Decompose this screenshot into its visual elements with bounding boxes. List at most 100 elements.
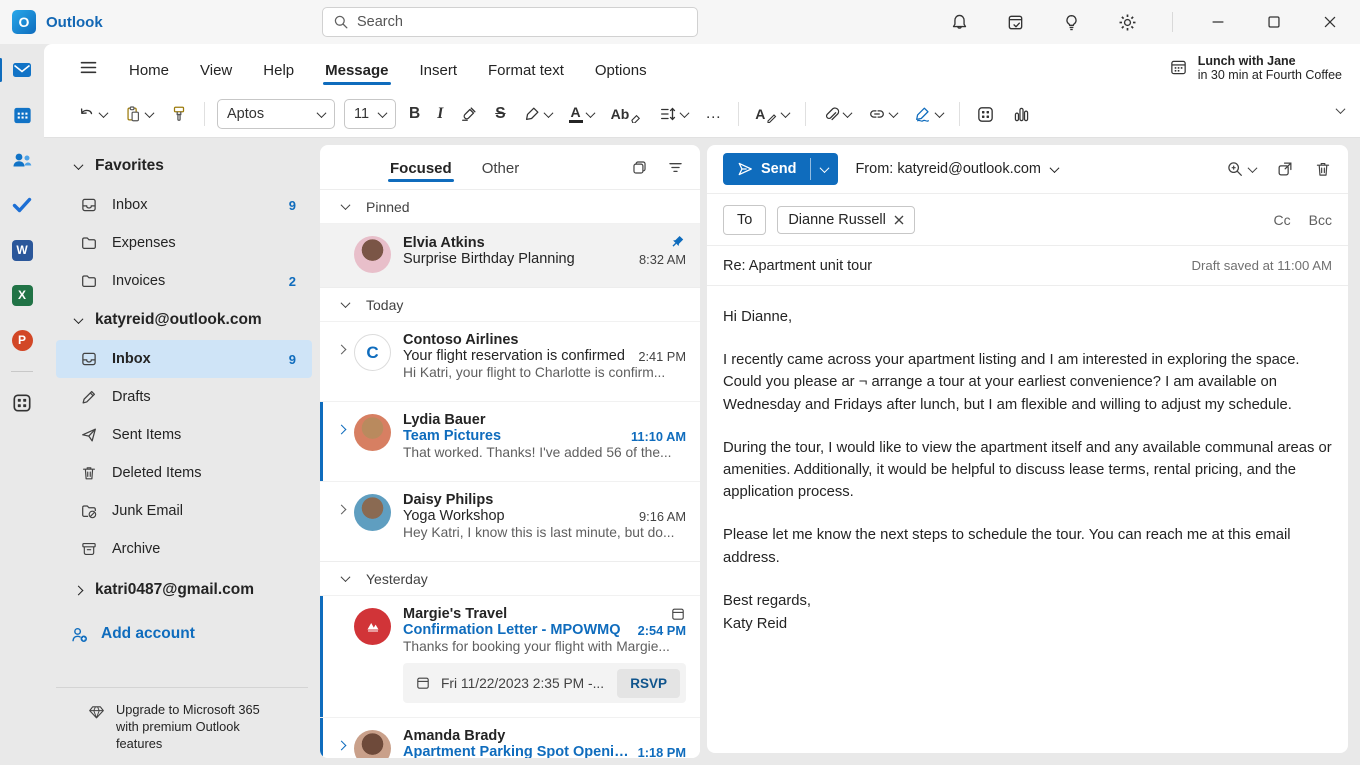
font-color-button[interactable]: A xyxy=(565,100,598,128)
search-bar[interactable] xyxy=(322,7,698,37)
signature-button[interactable] xyxy=(910,100,947,128)
tab-focused[interactable]: Focused xyxy=(388,148,454,186)
styles-button[interactable]: A xyxy=(751,101,793,128)
expand-chevron-icon[interactable] xyxy=(328,332,354,391)
select-messages-icon[interactable] xyxy=(631,159,648,176)
italic-button[interactable]: I xyxy=(433,100,447,128)
apps-button[interactable] xyxy=(972,100,999,129)
poll-button[interactable] xyxy=(1008,100,1035,129)
clear-formatting-brush-button[interactable] xyxy=(456,100,482,128)
discard-trash-icon[interactable] xyxy=(1314,160,1332,178)
message-row-lydia-bauer[interactable]: Lydia Bauer Team Pictures 11:10 AM That w… xyxy=(320,401,700,481)
add-account-icon xyxy=(70,625,89,644)
minimize-button[interactable] xyxy=(1204,8,1232,36)
favorites-invoices[interactable]: Invoices 2 xyxy=(56,262,312,300)
bcc-button[interactable]: Bcc xyxy=(1309,212,1332,228)
message-body-editor[interactable]: Hi Dianne, I recently came across your a… xyxy=(707,286,1348,676)
highlight-button[interactable] xyxy=(519,100,556,128)
maximize-button[interactable] xyxy=(1260,8,1288,36)
message-row-elvia-atkins[interactable]: Elvia Atkins Surprise Birthday Planning 8… xyxy=(320,223,700,287)
filter-icon[interactable] xyxy=(667,159,684,176)
rail-todo-icon[interactable] xyxy=(7,191,37,219)
unread-indicator xyxy=(320,596,323,717)
send-button[interactable]: Send xyxy=(723,153,810,185)
insert-link-button[interactable] xyxy=(864,100,901,128)
font-size-select[interactable]: 11 xyxy=(344,99,396,129)
undo-button[interactable] xyxy=(74,100,111,128)
collapse-ribbon-icon[interactable] xyxy=(1335,104,1346,115)
upgrade-promo[interactable]: Upgrade to Microsoft 365 with premium Ou… xyxy=(44,687,320,765)
account-drafts[interactable]: Drafts xyxy=(56,378,312,416)
tips-icon[interactable] xyxy=(1057,8,1085,36)
rail-calendar-icon[interactable] xyxy=(7,101,37,129)
open-in-new-window-icon[interactable] xyxy=(1276,160,1294,178)
format-painter-button[interactable] xyxy=(166,100,192,128)
rail-people-icon[interactable] xyxy=(7,146,37,174)
more-formatting-button[interactable]: … xyxy=(701,100,726,128)
tab-options[interactable]: Options xyxy=(593,49,649,91)
rail-mail-icon[interactable] xyxy=(0,56,37,84)
outlook-account-header[interactable]: katyreid@outlook.com xyxy=(44,300,320,340)
paste-button[interactable] xyxy=(120,100,157,128)
message-row-daisy-philips[interactable]: Daisy Philips Yoga Workshop 9:16 AM Hey K… xyxy=(320,481,700,561)
tab-format-text[interactable]: Format text xyxy=(486,49,566,91)
inbox-icon xyxy=(80,196,98,214)
expand-chevron-icon[interactable] xyxy=(328,412,354,471)
remove-recipient-icon[interactable] xyxy=(894,215,904,225)
account-archive[interactable]: Archive xyxy=(56,530,312,568)
recipient-pill[interactable]: Dianne Russell xyxy=(777,205,915,234)
from-selector[interactable]: From: katyreid@outlook.com xyxy=(855,161,1060,177)
event-reminder[interactable]: Lunch with Jane in 30 min at Fourth Coff… xyxy=(1169,54,1360,82)
unread-indicator xyxy=(320,718,323,758)
favorites-expenses[interactable]: Expenses xyxy=(56,224,312,262)
rsvp-button[interactable]: RSVP xyxy=(617,668,680,698)
tab-insert[interactable]: Insert xyxy=(418,49,460,91)
tab-message[interactable]: Message xyxy=(323,49,391,91)
my-day-icon[interactable] xyxy=(1001,8,1029,36)
tab-view[interactable]: View xyxy=(198,49,234,91)
line-spacing-button[interactable] xyxy=(655,100,692,128)
account-deleted-items[interactable]: Deleted Items xyxy=(56,454,312,492)
notifications-icon[interactable] xyxy=(945,8,973,36)
section-today[interactable]: Today xyxy=(320,287,700,321)
send-options-dropdown[interactable] xyxy=(811,153,838,185)
section-pinned[interactable]: Pinned xyxy=(320,189,700,223)
message-row-contoso-airlines[interactable]: C Contoso Airlines Your flight reservati… xyxy=(320,321,700,401)
gmail-account-header[interactable]: katri0487@gmail.com xyxy=(44,568,320,612)
tab-help[interactable]: Help xyxy=(261,49,296,91)
clear-all-formatting-button[interactable]: Ab xyxy=(607,101,647,128)
message-row-amanda-brady[interactable]: Amanda Brady Apartment Parking Spot Open… xyxy=(320,717,700,758)
attach-file-button[interactable] xyxy=(818,100,855,128)
account-sent-items[interactable]: Sent Items xyxy=(56,416,312,454)
rail-word-icon[interactable]: W xyxy=(7,236,37,264)
expand-chevron-icon[interactable] xyxy=(328,728,354,758)
bold-button[interactable]: B xyxy=(405,100,424,128)
add-account-button[interactable]: Add account xyxy=(44,612,320,656)
favorites-header[interactable]: Favorites xyxy=(44,146,320,186)
account-inbox[interactable]: Inbox 9 xyxy=(56,340,312,378)
settings-gear-icon[interactable] xyxy=(1113,8,1141,36)
hamburger-menu-icon[interactable] xyxy=(72,51,105,84)
account-junk-email[interactable]: Junk Email xyxy=(56,492,312,530)
outlook-logo-icon[interactable]: O xyxy=(12,10,36,34)
rail-powerpoint-icon[interactable]: P xyxy=(7,326,37,354)
chevron-down-icon xyxy=(73,313,84,324)
to-button[interactable]: To xyxy=(723,204,767,235)
message-row-margies-travel[interactable]: Margie's Travel Confirmation Letter - MP… xyxy=(320,595,700,717)
tab-other[interactable]: Other xyxy=(480,148,522,186)
zoom-control[interactable] xyxy=(1226,160,1258,178)
strikethrough-button[interactable]: S xyxy=(491,100,509,128)
font-name-select[interactable]: Aptos xyxy=(217,99,335,129)
close-button[interactable] xyxy=(1316,8,1344,36)
favorites-inbox[interactable]: Inbox 9 xyxy=(56,186,312,224)
subject-row[interactable]: Re: Apartment unit tour Draft saved at 1… xyxy=(707,245,1348,286)
tab-home[interactable]: Home xyxy=(127,49,171,91)
section-yesterday[interactable]: Yesterday xyxy=(320,561,700,595)
expand-chevron-icon[interactable] xyxy=(328,492,354,551)
highlight-dropdown-icon xyxy=(543,107,554,118)
rail-more-apps-icon[interactable] xyxy=(7,389,37,417)
rail-excel-icon[interactable]: X xyxy=(7,281,37,309)
archive-icon xyxy=(80,540,98,558)
search-input[interactable] xyxy=(357,14,657,30)
cc-button[interactable]: Cc xyxy=(1274,212,1291,228)
